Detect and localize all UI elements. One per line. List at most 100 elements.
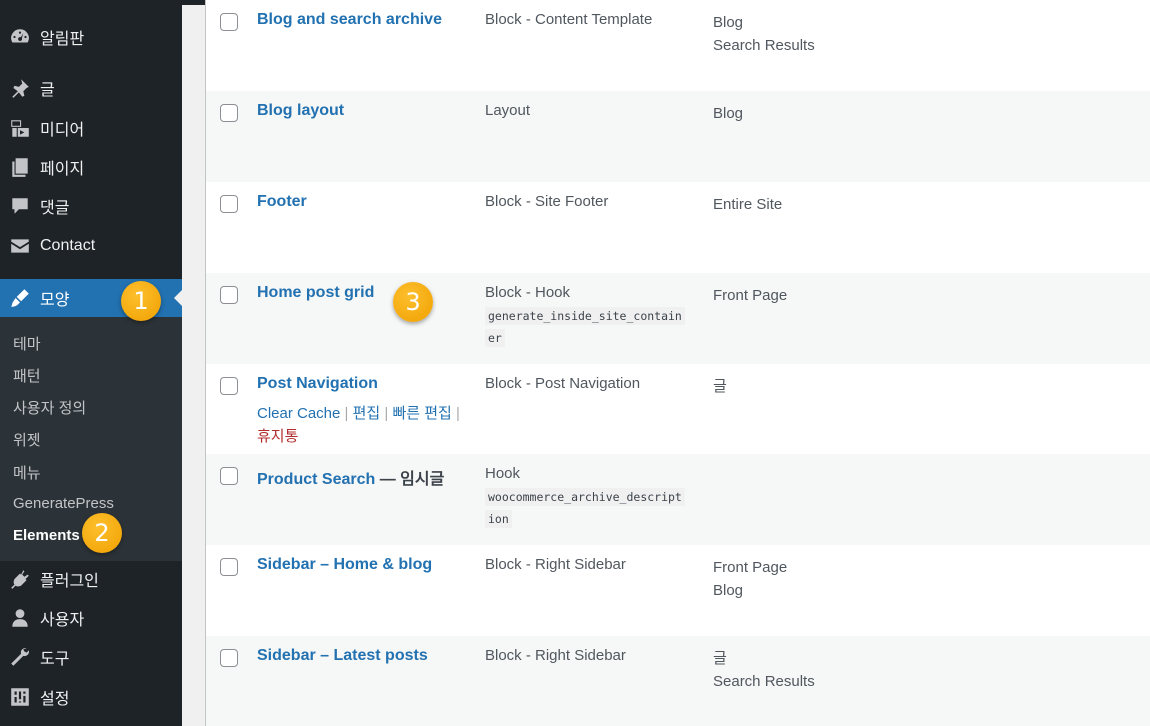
element-type: Block - Right Sidebar [485, 647, 626, 664]
menu-users[interactable]: 사용자 [0, 598, 182, 638]
table-row: Home post grid Block - Hook generate_ins… [206, 273, 1150, 364]
row-checkbox[interactable] [220, 13, 238, 31]
step-badge-3: 3 [393, 282, 433, 322]
menu-tools[interactable]: 도구 [0, 637, 182, 677]
location-line: Front Page [713, 559, 788, 576]
hook-name: generate_inside_site_container [485, 305, 695, 349]
menu-label: 글 [40, 82, 55, 99]
element-location: Front Page Blog [713, 556, 787, 602]
row-checkbox[interactable] [220, 195, 238, 213]
element-title-link[interactable]: Product Search [257, 471, 375, 488]
action-separator: | [456, 405, 460, 422]
location-line: Search Results [713, 673, 815, 690]
step-badge-1: 1 [121, 281, 161, 321]
menu-label: 플러그인 [40, 573, 99, 590]
location-line: 글 [713, 650, 727, 667]
row-checkbox[interactable] [220, 377, 238, 395]
table-row: Sidebar – Latest posts Block - Right Sid… [206, 636, 1150, 726]
element-type-label: Block - Hook [485, 284, 571, 301]
settings-icon [0, 686, 40, 708]
menu-label: 설정 [40, 691, 70, 708]
action-separator: | [344, 405, 349, 422]
table-row: Post Navigation Clear Cache | 편집 | 빠른 편집… [206, 364, 1150, 455]
menu-comments[interactable]: 댓글 [0, 186, 182, 226]
element-type: Block - Right Sidebar [485, 556, 626, 573]
tools-icon [0, 646, 40, 668]
submenu-themes[interactable]: 테마 [13, 333, 41, 354]
menu-settings[interactable]: 설정 [0, 677, 182, 717]
row-actions: Clear Cache | 편집 | 빠른 편집 | 휴지통 [257, 402, 472, 448]
menu-label: 알림판 [40, 31, 85, 48]
submenu-generatepress[interactable]: GeneratePress [13, 495, 114, 512]
element-location: Blog Search Results [713, 11, 815, 57]
element-title-link[interactable]: Footer [257, 193, 307, 211]
submenu-menus[interactable]: 메뉴 [13, 462, 41, 483]
menu-label: 사용자 [40, 612, 85, 629]
quick-edit-link[interactable]: 빠른 편집 [392, 405, 451, 422]
users-icon [0, 607, 40, 629]
dashboard-icon [0, 26, 40, 48]
menu-label: 페이지 [40, 161, 85, 178]
hook-line: generate_inside_site_contain [485, 307, 685, 325]
clear-cache-link[interactable]: Clear Cache [257, 405, 340, 422]
pages-icon [0, 156, 40, 178]
row-checkbox[interactable] [220, 649, 238, 667]
element-title-link[interactable]: Home post grid [257, 284, 374, 302]
element-title: Product Search — 임시글 [257, 465, 444, 489]
element-type: Block - Content Template [485, 11, 653, 28]
submenu-patterns[interactable]: 패턴 [13, 365, 41, 386]
element-location: Front Page [713, 287, 788, 304]
menu-contact[interactable]: Contact [0, 226, 182, 266]
menu-media[interactable]: 미디어 [0, 108, 182, 148]
location-line: Blog [713, 14, 744, 31]
table-row: Footer Block - Site Footer Entire Site [206, 182, 1150, 273]
submenu-customize[interactable]: 사용자 정의 [13, 397, 86, 418]
submenu-elements[interactable]: Elements [13, 527, 80, 544]
plugins-icon [0, 568, 40, 590]
elements-list-table: Blog and search archive Block - Content … [205, 0, 1150, 726]
location-line: Search Results [713, 37, 815, 54]
table-row: Blog and search archive Block - Content … [206, 0, 1150, 91]
edit-link[interactable]: 편집 [353, 405, 381, 422]
media-icon [0, 117, 40, 139]
hook-line: woocommerce_archive_descript [485, 488, 685, 506]
menu-label: 댓글 [40, 200, 70, 217]
element-type: Hook woocommerce_archive_descript ion [485, 465, 695, 530]
comments-icon [0, 195, 40, 217]
location-line: Blog [713, 582, 744, 599]
submenu-widgets[interactable]: 위젯 [13, 429, 41, 450]
row-checkbox[interactable] [220, 104, 238, 122]
admin-sidebar: 알림판 글 미디어 페이지 댓글 Contact 모양 테마 패턴 사용자 정의… [0, 0, 182, 726]
menu-plugins[interactable]: 플러그인 [0, 559, 182, 599]
row-checkbox[interactable] [220, 286, 238, 304]
menu-posts[interactable]: 글 [0, 68, 182, 108]
row-checkbox[interactable] [220, 467, 238, 485]
hook-line: er [485, 329, 505, 347]
table-row: Blog layout Layout Blog [206, 91, 1150, 182]
post-state: — 임시글 [375, 471, 445, 488]
element-title-link[interactable]: Blog and search archive [257, 11, 442, 29]
hook-line: ion [485, 510, 512, 528]
menu-label: 모양 [40, 292, 70, 309]
menu-label: Contact [40, 237, 96, 254]
hook-name: woocommerce_archive_description [485, 486, 695, 530]
element-location: 글 Search Results [713, 647, 815, 693]
element-title-link[interactable]: Sidebar – Latest posts [257, 647, 428, 665]
mail-icon [0, 235, 40, 257]
element-title-link[interactable]: Sidebar – Home & blog [257, 556, 432, 574]
row-checkbox[interactable] [220, 558, 238, 576]
menu-dashboard[interactable]: 알림판 [0, 17, 182, 57]
trash-link[interactable]: 휴지통 [257, 428, 298, 445]
menu-label: 미디어 [40, 122, 85, 139]
element-title-link[interactable]: Post Navigation [257, 375, 378, 393]
appearance-icon [0, 287, 40, 309]
pin-icon [0, 77, 40, 99]
element-location: 글 [713, 378, 727, 395]
menu-pages[interactable]: 페이지 [0, 147, 182, 187]
element-location: Entire Site [713, 196, 783, 213]
element-type: Layout [485, 102, 531, 119]
element-title-link[interactable]: Blog layout [257, 102, 344, 120]
element-location: Blog [713, 105, 744, 122]
element-type: Block - Site Footer [485, 193, 609, 210]
menu-label: 도구 [40, 651, 70, 668]
